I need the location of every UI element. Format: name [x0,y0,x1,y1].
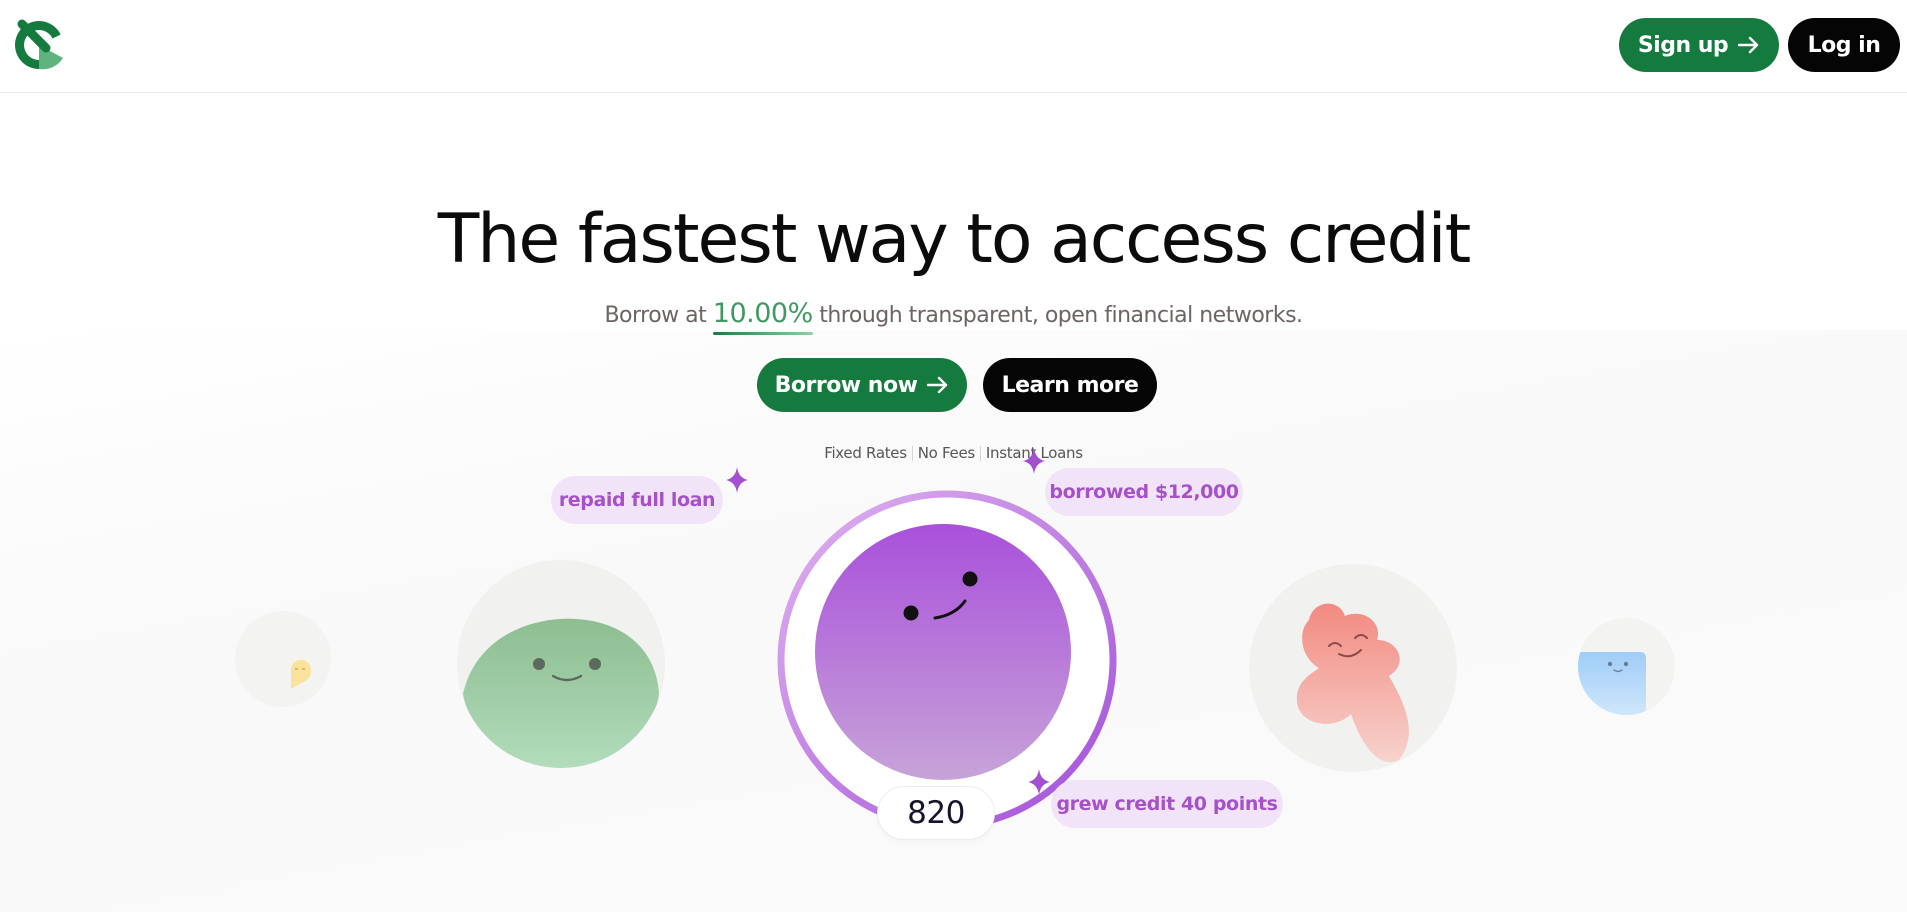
hero-subtitle: Borrow at 10.00% through transparent, op… [0,298,1907,335]
landing-page: Sign up Log in The fastest way to access… [0,0,1907,912]
borrow-now-label: Borrow now [774,372,918,398]
sparkle-icon [1023,448,1045,474]
signup-label: Sign up [1637,32,1729,58]
feature-fixed-rates: Fixed Rates [824,444,907,462]
character-green-circle [457,560,665,768]
subtitle-suffix: through transparent, open financial netw… [819,303,1303,328]
feature-divider [979,446,981,461]
signup-button[interactable]: Sign up [1619,18,1779,72]
activity-repaid-pill: repaid full loan [551,476,723,524]
arrow-right-icon [1738,36,1759,54]
feature-list: Fixed Rates No Fees Instant Loans [0,444,1907,462]
credit-score-ring [777,490,1117,829]
sparkle-icon [726,467,748,493]
activity-borrowed-pill: borrowed $12,000 [1045,468,1243,516]
feature-divider [911,446,913,461]
credit-score-badge: 820 [877,786,995,840]
interest-rate: 10.00% [712,298,813,335]
learn-more-label: Learn more [1001,372,1139,398]
login-button[interactable]: Log in [1788,18,1900,72]
arrow-right-icon [927,376,948,394]
character-green [463,618,659,768]
character-yellow-circle [235,611,331,707]
character-coral [1296,603,1409,763]
login-label: Log in [1807,32,1881,58]
activity-grew-pill: grew credit 40 points [1051,780,1283,828]
character-coral-circle [1249,564,1457,772]
sparkle-icon [1028,769,1050,795]
top-nav: Sign up Log in [0,0,1907,93]
character-blue [1578,652,1646,715]
feature-no-fees: No Fees [917,444,975,462]
character-yellow [291,660,311,689]
subtitle-prefix: Borrow at [604,303,707,328]
learn-more-button[interactable]: Learn more [983,358,1157,412]
borrow-now-button[interactable]: Borrow now [757,358,967,412]
hero-title: The fastest way to access credit [437,200,1472,279]
brand-logo-icon[interactable] [12,18,66,72]
character-blue-circle [1578,618,1675,715]
